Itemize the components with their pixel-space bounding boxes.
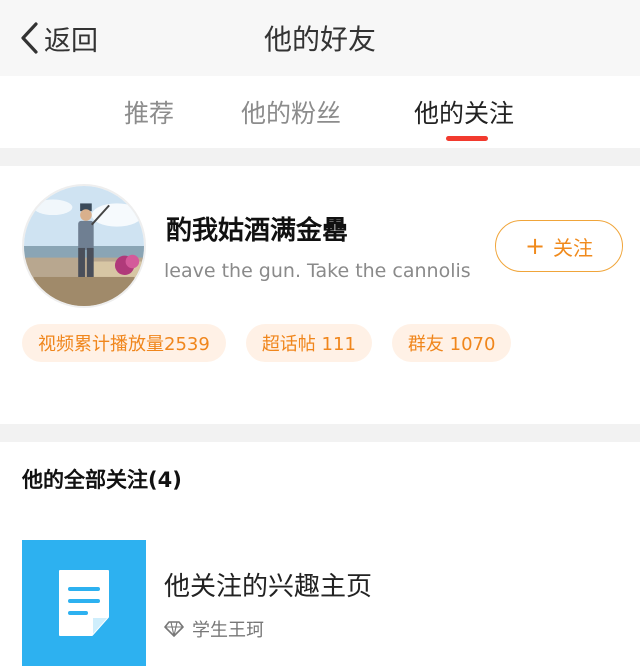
document-icon	[59, 570, 109, 636]
list-item[interactable]: 他关注的兴趣主页 学生王珂	[0, 536, 640, 672]
item-subtitle-row: 学生王珂	[164, 616, 264, 642]
tab-followers[interactable]: 他的粉丝	[241, 94, 341, 130]
stats-tags: 视频累计播放量2539 超话帖 111 群友 1070	[22, 324, 512, 362]
follow-button-label: 关注	[553, 235, 594, 260]
section-divider	[0, 424, 640, 442]
tab-bar: 推荐 他的粉丝 他的关注	[0, 76, 640, 148]
tag-supertopic-posts[interactable]: 超话帖 111	[245, 324, 372, 362]
tab-following[interactable]: 他的关注	[414, 94, 514, 130]
avatar[interactable]	[22, 184, 146, 308]
page-title: 他的好友	[263, 23, 376, 56]
plus-icon: +	[524, 232, 546, 260]
section-divider	[0, 148, 640, 166]
diamond-icon	[164, 621, 184, 637]
item-subtitle: 学生王珂	[192, 620, 264, 641]
tag-video-plays[interactable]: 视频累计播放量2539	[22, 324, 226, 362]
item-thumbnail	[22, 540, 146, 666]
avatar-image	[24, 186, 144, 306]
tag-group-friends[interactable]: 群友 1070	[391, 324, 512, 362]
user-bio: leave the gun. Take the cannolis	[164, 260, 471, 282]
active-tab-indicator	[446, 136, 488, 141]
profile-card: 酌我姑酒满金罍 leave the gun. Take the cannolis…	[0, 166, 640, 424]
item-title: 他关注的兴趣主页	[164, 572, 373, 602]
follow-button[interactable]: + 关注	[495, 220, 623, 272]
tab-recommend[interactable]: 推荐	[124, 94, 174, 130]
nav-bar: 返回 他的好友	[0, 0, 640, 76]
following-section-title: 他的全部关注(4)	[22, 468, 182, 492]
user-name: 酌我姑酒满金罍	[166, 216, 349, 246]
